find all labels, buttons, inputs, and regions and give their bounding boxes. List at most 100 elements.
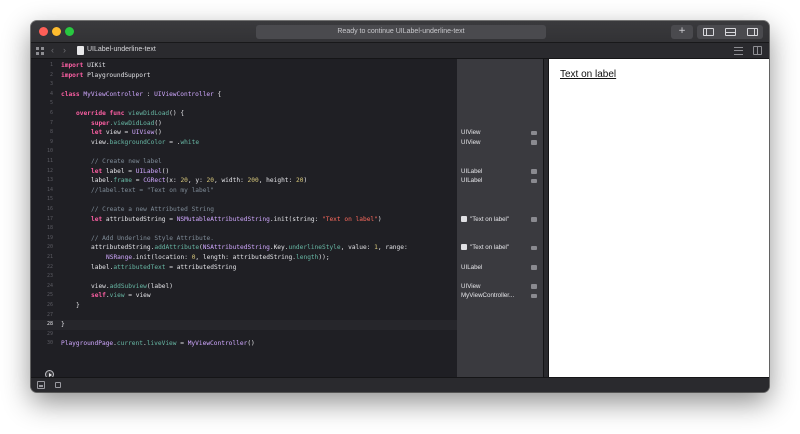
code-line[interactable]: 13 label.frame = CGRect(x: 20, y: 20, wid… (31, 176, 457, 186)
code-line[interactable]: 6 override func viewDidLoad() { (31, 109, 457, 119)
code-line[interactable]: 2 import PlaygroundSupport (31, 71, 457, 81)
code-token: current (116, 340, 143, 348)
show-result-checkbox[interactable] (461, 244, 467, 251)
quick-look-icon[interactable] (531, 217, 537, 222)
code-token: 20 (206, 177, 214, 185)
code-line[interactable]: 1 import UIKit (31, 61, 457, 71)
swift-file-icon (77, 46, 84, 55)
code-text: import PlaygroundSupport (61, 71, 150, 81)
result-item[interactable]: UIView (461, 282, 539, 292)
code-line[interactable]: 5 (31, 99, 457, 109)
code-token: ) (303, 177, 308, 185)
code-text: view.addSubview(label) (91, 282, 173, 292)
code-line[interactable]: 12 let label = UILabel() (31, 167, 457, 177)
code-line[interactable]: 19 // Add Underline Style Attribute. (31, 234, 457, 244)
quick-look-icon[interactable] (531, 140, 537, 145)
code-line[interactable]: 3 (31, 80, 457, 90)
code-token: let (91, 129, 103, 137)
result-item[interactable]: UILabel (461, 176, 539, 186)
code-line[interactable]: 21 NSRange.init(location: 0, length: attr… (31, 253, 457, 263)
code-line[interactable]: 4 class MyViewController : UIViewControll… (31, 90, 457, 100)
code-line[interactable]: 10 (31, 147, 457, 157)
code-line[interactable]: 14 //label.text = "Text on my label" (31, 186, 457, 196)
code-line[interactable]: 20 attributedString.addAttribute(NSAttrib… (31, 243, 457, 253)
code-line[interactable]: 17 let attributedString = NSMutableAttrib… (31, 215, 457, 225)
result-item[interactable]: UIView (461, 138, 539, 148)
code-token: UIKit (83, 62, 106, 69)
line-number: 17 (46, 215, 53, 222)
code-token: // Create new label (91, 158, 162, 165)
grid-icon[interactable] (36, 47, 44, 55)
code-line[interactable]: 29 (31, 330, 457, 340)
code-line[interactable]: 7 super.viewDidLoad() (31, 119, 457, 129)
line-number: 13 (46, 177, 53, 184)
code-line[interactable]: 11 // Create new label (31, 157, 457, 167)
code-text: PlaygroundPage.current.liveView = MyView… (61, 339, 255, 349)
split-editor-icon[interactable] (753, 46, 762, 55)
code-line[interactable]: 24 view.addSubview(label) (31, 282, 457, 292)
result-item[interactable]: "Text on label" (461, 243, 539, 253)
forward-arrow-icon[interactable]: › (63, 45, 66, 55)
file-name-breadcrumb[interactable]: UILabel-underline-text (87, 46, 156, 53)
toggle-navigator-button[interactable] (697, 25, 719, 39)
line-number: 4 (49, 90, 53, 97)
code-token: UILabel (135, 167, 162, 175)
quick-look-icon[interactable] (531, 284, 537, 289)
code-line[interactable]: 16 // Create a new Attributed String (31, 205, 457, 215)
code-token: attributedString = (102, 215, 177, 223)
code-line[interactable]: 8 let view = UIView() (31, 128, 457, 138)
code-text: import UIKit (61, 61, 106, 71)
line-number: 11 (46, 158, 53, 164)
line-number: 21 (46, 254, 53, 260)
code-line[interactable]: 9 view.backgroundColor = .white (31, 138, 457, 148)
result-item[interactable]: UIView (461, 128, 539, 138)
code-line[interactable]: 22 label.attributedText = attributedStrin… (31, 263, 457, 273)
code-editor[interactable]: 1 import UIKit 2 import PlaygroundSupport 3 4… (31, 59, 457, 379)
code-line[interactable]: 27 (31, 311, 457, 321)
quick-look-icon[interactable] (531, 245, 537, 251)
code-line[interactable]: 25 self.view = view (31, 291, 457, 301)
result-item[interactable]: "Text on label" (461, 215, 539, 225)
code-line[interactable]: 26} (31, 301, 457, 311)
line-number: 23 (46, 273, 53, 280)
show-debug-area-icon[interactable] (37, 381, 45, 389)
code-text: self.view = view (91, 291, 151, 301)
zoom-window-button[interactable] (65, 27, 74, 36)
quick-look-icon[interactable] (531, 130, 537, 136)
code-token: import (61, 62, 84, 69)
code-line[interactable]: 18 (31, 224, 457, 234)
result-item[interactable]: UILabel (461, 167, 539, 177)
result-item[interactable]: UILabel (461, 263, 539, 273)
back-arrow-icon[interactable]: ‹ (51, 45, 54, 55)
result-item[interactable]: MyViewController... (461, 291, 539, 301)
close-window-button[interactable] (39, 27, 48, 36)
show-result-checkbox[interactable] (461, 215, 467, 222)
toggle-inspector-button[interactable] (741, 25, 763, 39)
code-token: self (91, 292, 106, 300)
code-token: addSubview (109, 282, 147, 290)
line-number: 8 (49, 129, 53, 136)
code-line[interactable]: 30 PlaygroundPage.current.liveView = MyVi… (31, 339, 457, 349)
code-token: class (61, 90, 80, 98)
add-library-button[interactable]: + (671, 25, 693, 39)
bottom-bar (31, 377, 769, 392)
toggle-debug-area-button[interactable] (719, 25, 741, 39)
code-line[interactable]: 23 (31, 272, 457, 282)
line-number: 18 (46, 225, 53, 232)
quick-look-icon[interactable] (531, 178, 537, 184)
code-token: frame (113, 177, 132, 185)
quick-look-icon[interactable] (531, 265, 537, 270)
code-token: 200 (247, 177, 259, 185)
quick-look-icon[interactable] (531, 169, 537, 174)
code-line[interactable]: 15 (31, 195, 457, 205)
code-text: label.attributedText = attributedString (91, 263, 236, 273)
stop-icon[interactable] (55, 382, 61, 388)
code-token: label. (91, 177, 114, 185)
minimize-window-button[interactable] (52, 27, 61, 36)
code-line[interactable]: 28} (31, 320, 457, 330)
result-value: UIView (461, 282, 481, 290)
code-token: PlaygroundSupport (83, 71, 151, 79)
list-icon[interactable] (734, 47, 743, 55)
code-token: override (76, 110, 106, 117)
quick-look-icon[interactable] (531, 293, 537, 299)
